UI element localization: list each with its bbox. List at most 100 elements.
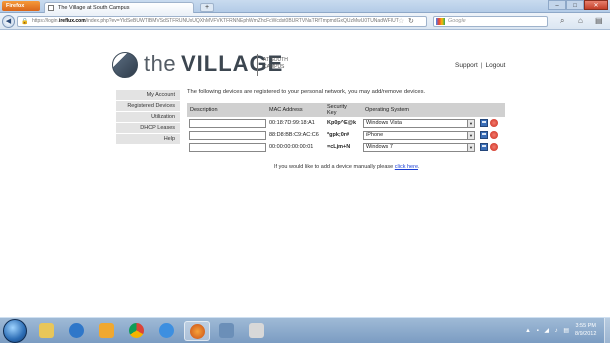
manual-note-tail: . — [418, 164, 420, 170]
table-header: Description MAC Address Security Key Ope… — [187, 103, 505, 117]
column-os: Operating System — [365, 107, 410, 113]
close-window-button[interactable]: ✕ — [584, 0, 608, 10]
logo-text-the: the — [144, 51, 177, 76]
taskbar-paint-button[interactable] — [244, 321, 270, 341]
system-tray[interactable]: ▲ ▪ ◢ ♪ ▤ — [525, 327, 571, 334]
link-separator: | — [480, 62, 483, 69]
lock-icon: 🔒 — [21, 19, 29, 25]
url-domain: ireflux.com — [58, 18, 86, 24]
description-field[interactable] — [189, 143, 266, 152]
sidebar-item-help[interactable]: Help — [116, 134, 180, 145]
taskbar-app-button[interactable] — [214, 321, 240, 341]
internet-explorer-icon — [159, 323, 174, 338]
taskbar-firefox-button[interactable] — [184, 321, 210, 341]
outlook-icon — [99, 323, 114, 338]
os-selected-value: Windows Vista — [366, 120, 402, 126]
column-security-key: Security Key — [327, 104, 347, 116]
chevron-down-icon[interactable]: ▼ — [467, 120, 474, 127]
intro-text: The following devices are registered to … — [187, 89, 426, 95]
delete-icon[interactable] — [490, 131, 498, 139]
page-favicon-icon — [48, 5, 54, 11]
taskbar-clock[interactable]: 3:55 PM 8/9/2012 — [575, 322, 596, 338]
home-icon[interactable]: ⌂ — [578, 16, 583, 25]
back-arrow-icon[interactable]: ◀ — [2, 15, 15, 28]
start-button-icon[interactable] — [3, 319, 27, 343]
taskbar-chrome-button[interactable] — [124, 321, 150, 341]
mac-address: 00:00:00:00:00:01 — [269, 144, 314, 150]
search-placeholder: Google — [448, 18, 466, 24]
address-bar[interactable]: 🔒 https://login.ireflux.com/index.php?ev… — [17, 16, 427, 27]
show-desktop-button[interactable] — [604, 318, 610, 343]
description-field[interactable] — [189, 119, 266, 128]
chrome-icon — [129, 323, 144, 338]
delete-icon[interactable] — [490, 119, 498, 127]
logo-subtitle: AT SOUTH CAMPUS — [263, 57, 288, 70]
taskbar-media-button[interactable] — [64, 321, 90, 341]
tab-title: The Village at South Campus — [58, 5, 130, 11]
village-logo-icon — [112, 52, 138, 78]
manual-note-text: If you would like to add a device manual… — [274, 164, 395, 170]
top-links: Support | Logout — [455, 62, 505, 69]
taskbar: ▲ ▪ ◢ ♪ ▤ 3:55 PM 8/9/2012 — [0, 317, 610, 343]
url-path: /index.php?ev=YldSeBUWTlBMVSdSTFRUNUxUQX… — [85, 18, 399, 24]
os-selected-value: Windows 7 — [366, 144, 393, 150]
table-row: 00:00:00:00:00:01 =cLjm+N Windows 7 ▼ — [187, 142, 505, 153]
sidebar-item-registered-devices[interactable]: Registered Devices — [116, 101, 180, 112]
taskbar-ie-button[interactable] — [154, 321, 180, 341]
save-icon[interactable] — [480, 143, 488, 151]
url-prefix: https://login. — [32, 18, 59, 24]
new-tab-button[interactable]: + — [200, 3, 214, 12]
description-field[interactable] — [189, 131, 266, 140]
sidebar-item-dhcp-leases[interactable]: DHCP Leases — [116, 123, 180, 134]
sidebar-nav: My Account Registered Devices Utilizatio… — [116, 90, 180, 145]
support-link[interactable]: Support — [455, 62, 478, 69]
folder-icon — [39, 323, 54, 338]
taskbar-outlook-button[interactable] — [94, 321, 120, 341]
security-key: Kp0p^E@k — [327, 120, 357, 126]
search-input[interactable]: Google — [433, 16, 548, 27]
mac-address: 88:D8:BB:C9:AC:C6 — [269, 132, 319, 138]
table-row: 88:D8:BB:C9:AC:C6 *gpk;0r# iPhone ▼ — [187, 130, 505, 141]
minimize-button[interactable]: – — [548, 0, 566, 10]
chevron-down-icon[interactable]: ▼ — [467, 132, 474, 139]
click-here-link[interactable]: click here — [395, 164, 418, 170]
save-icon[interactable] — [480, 119, 488, 127]
window-titlebar: Firefox The Village at South Campus + – … — [0, 0, 610, 13]
paint-icon — [249, 323, 264, 338]
table-row: 00:18:7D:99:18:A1 Kp0p^E@k Windows Vista… — [187, 118, 505, 129]
browser-tab[interactable]: The Village at South Campus — [44, 2, 194, 13]
save-icon[interactable] — [480, 131, 488, 139]
os-select[interactable]: Windows Vista ▼ — [363, 119, 475, 128]
column-mac: MAC Address — [269, 107, 303, 113]
bookmark-star-icon[interactable]: ☆ — [398, 17, 404, 25]
column-security-key-line2: Key — [327, 110, 337, 116]
column-description: Description — [190, 107, 218, 113]
bookmarks-menu-icon[interactable]: ▤ — [595, 16, 603, 25]
sidebar-item-my-account[interactable]: My Account — [116, 90, 180, 101]
sidebar-item-utilization[interactable]: Utilization — [116, 112, 180, 123]
reload-icon[interactable]: ↻ — [408, 17, 414, 25]
mac-address: 00:18:7D:99:18:A1 — [269, 120, 315, 126]
media-player-icon — [69, 323, 84, 338]
maximize-button[interactable]: □ — [566, 0, 584, 10]
app-icon — [219, 323, 234, 338]
taskbar-explorer-button[interactable] — [34, 321, 60, 341]
logout-link[interactable]: Logout — [485, 62, 505, 69]
firefox-menu-button[interactable]: Firefox — [2, 1, 40, 11]
devices-table: Description MAC Address Security Key Ope… — [187, 103, 505, 153]
os-select[interactable]: Windows 7 ▼ — [363, 143, 475, 152]
navigation-bar: ◀ 🔒 https://login.ireflux.com/index.php?… — [0, 13, 610, 30]
delete-icon[interactable] — [490, 143, 498, 151]
clock-time: 3:55 PM — [575, 323, 596, 329]
chevron-down-icon[interactable]: ▼ — [467, 144, 474, 151]
google-icon — [436, 18, 445, 25]
security-key: *gpk;0r# — [327, 132, 350, 138]
manual-add-note: If you would like to add a device manual… — [274, 164, 420, 170]
clock-date: 8/9/2012 — [575, 331, 597, 337]
os-select[interactable]: iPhone ▼ — [363, 131, 475, 140]
security-key: =cLjm+N — [327, 144, 351, 150]
logo-divider — [257, 54, 258, 76]
search-icon[interactable]: ⌕ — [560, 16, 564, 26]
firefox-icon — [190, 324, 205, 339]
os-selected-value: iPhone — [366, 132, 384, 138]
